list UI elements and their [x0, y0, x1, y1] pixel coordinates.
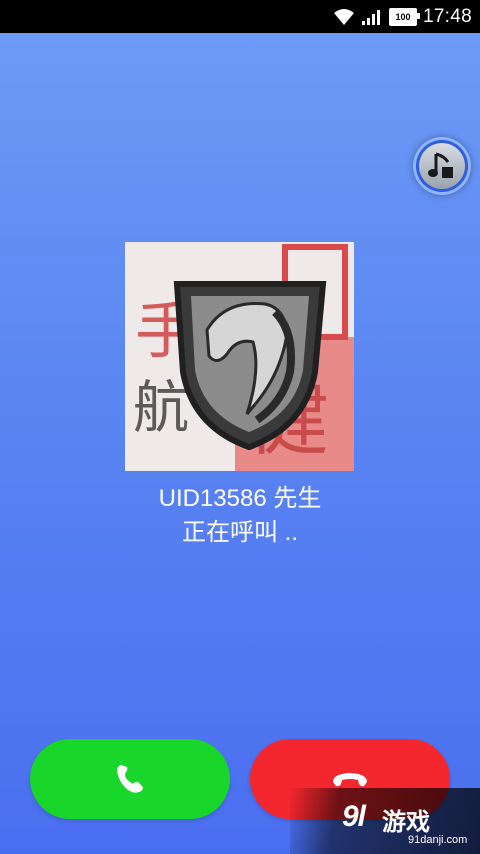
- status-bar: 100 17:48: [0, 0, 480, 33]
- horse-shield-logo: 手 航 健: [125, 242, 354, 471]
- music-button-face: [419, 143, 465, 189]
- music-note-icon: [428, 152, 453, 178]
- status-icons: 100 17:48: [333, 0, 472, 33]
- watermark: 9l 游戏 91danji.com: [290, 788, 480, 854]
- caller-name: UID13586 先生: [158, 485, 322, 512]
- watermark-logo: 9l: [342, 800, 366, 833]
- watermark-url: 91danji.com: [408, 834, 468, 846]
- music-toggle-button[interactable]: [413, 137, 471, 195]
- caller-avatar: 手 航 健: [125, 242, 354, 471]
- watermark-text: 游戏: [382, 809, 430, 836]
- call-status: 正在呼叫 ..: [181, 519, 298, 546]
- status-time: 17:48: [422, 5, 472, 27]
- answer-call-button[interactable]: [30, 739, 230, 819]
- avatar-char-2: 航: [133, 376, 189, 441]
- wifi-icon: [333, 8, 354, 25]
- phone-icon: [117, 765, 143, 793]
- battery-icon: 100: [388, 7, 420, 26]
- signal-icon: [361, 9, 380, 25]
